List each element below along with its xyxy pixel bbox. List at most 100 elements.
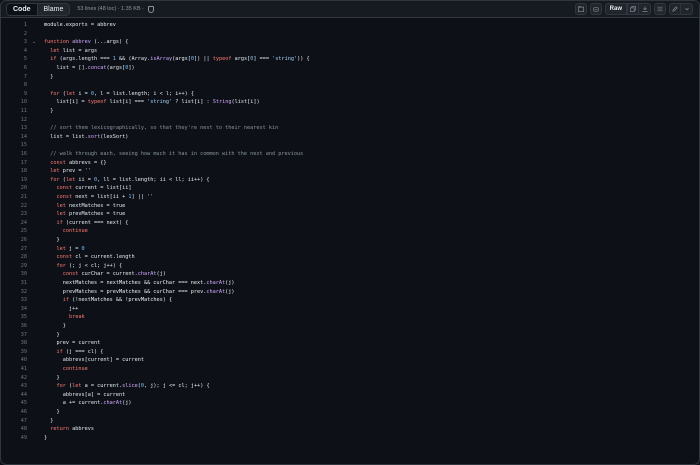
line-number[interactable]: 46 xyxy=(1,408,27,416)
copy-path-button[interactable] xyxy=(574,3,587,15)
code-text: if (j === cl) { xyxy=(56,348,104,355)
line-number[interactable]: 45 xyxy=(1,399,27,407)
line-number[interactable]: 48 xyxy=(1,425,27,433)
code-line: 41 continue xyxy=(1,365,699,373)
code-line: 43 for (let a = current.slice(0, j); j <… xyxy=(1,382,699,390)
code-line: 34 j++ xyxy=(1,305,699,313)
symbols-button[interactable] xyxy=(654,3,666,15)
line-number[interactable]: 41 xyxy=(1,365,27,373)
line-number[interactable]: 30 xyxy=(1,270,27,278)
copy-path-icon xyxy=(577,6,584,12)
line-number[interactable]: 32 xyxy=(1,288,27,296)
line-number[interactable]: 1 xyxy=(1,21,27,29)
code-line: 20 const current = list[ii] xyxy=(1,184,699,192)
line-number[interactable]: 24 xyxy=(1,219,27,227)
file-info-text: 53 lines (48 loc) · 1.35 KB · xyxy=(77,6,144,12)
line-number[interactable]: 13 xyxy=(1,124,27,132)
line-number[interactable]: 4 xyxy=(1,47,27,55)
line-number[interactable]: 10 xyxy=(1,98,27,106)
line-number[interactable]: 47 xyxy=(1,417,27,425)
line-number[interactable]: 35 xyxy=(1,313,27,321)
code-line: 47 } xyxy=(1,417,699,425)
line-number[interactable]: 6 xyxy=(1,64,27,72)
line-number[interactable]: 33 xyxy=(1,296,27,304)
line-number[interactable]: 3 xyxy=(1,38,27,46)
code-text: continue xyxy=(62,366,88,372)
line-number[interactable]: 36 xyxy=(1,322,27,330)
code-line: 29 for (; j < cl; j++) { xyxy=(1,262,699,270)
code-text: // walk through each, seeing how much it… xyxy=(50,151,304,157)
line-number[interactable]: 26 xyxy=(1,236,27,244)
code-line: 10 list[i] = typeof list[i] === 'string'… xyxy=(1,98,699,106)
line-number[interactable]: 25 xyxy=(1,227,27,235)
tab-code[interactable]: Code xyxy=(7,3,38,15)
line-number[interactable]: 49 xyxy=(1,434,27,442)
line-number[interactable]: 40 xyxy=(1,356,27,364)
code-text: return abbrevs xyxy=(50,426,94,433)
shield-icon[interactable] xyxy=(148,5,154,13)
line-number[interactable]: 22 xyxy=(1,202,27,210)
line-number[interactable]: 19 xyxy=(1,176,27,184)
code-line: 3 ⌄ function abbrev (...args) { xyxy=(1,38,699,46)
tab-blame[interactable]: Blame xyxy=(38,4,70,15)
code-line: 9 for (let i = 0, l = list.length; i < l… xyxy=(1,90,699,98)
line-number[interactable]: 44 xyxy=(1,391,27,399)
code-text: } xyxy=(44,237,60,243)
copilot-button[interactable] xyxy=(589,3,602,15)
line-number[interactable]: 37 xyxy=(1,331,27,339)
code-line: 31 nextMatches = nextMatches && curChar … xyxy=(1,279,699,287)
line-number[interactable]: 31 xyxy=(1,279,27,287)
edit-button[interactable] xyxy=(669,3,681,15)
code-line: 17 const abbrevs = {} xyxy=(1,159,699,167)
line-number[interactable]: 42 xyxy=(1,374,27,382)
line-number[interactable]: 23 xyxy=(1,210,27,218)
line-number[interactable]: 5 xyxy=(1,55,27,63)
line-number[interactable]: 21 xyxy=(1,193,27,201)
copy-raw-button[interactable] xyxy=(627,3,639,15)
code-text: if (!nextMatches && !prevMatches) { xyxy=(62,297,173,304)
download-button[interactable] xyxy=(639,3,651,15)
code-line: 40 abbrevs[current] = current xyxy=(1,356,699,364)
line-number[interactable]: 43 xyxy=(1,382,27,390)
line-number[interactable]: 12 xyxy=(1,116,27,124)
raw-button[interactable]: Raw xyxy=(604,3,627,15)
file-viewer: Code Blame 53 lines (48 loc) · 1.35 KB ·… xyxy=(0,0,700,465)
code-text: const abbrevs = {} xyxy=(50,159,107,166)
code-line: 11 } xyxy=(1,107,699,115)
line-number[interactable]: 18 xyxy=(1,167,27,175)
line-number[interactable]: 28 xyxy=(1,253,27,261)
line-number[interactable]: 15 xyxy=(1,141,27,149)
line-number[interactable]: 20 xyxy=(1,184,27,192)
line-number[interactable]: 2 xyxy=(1,30,27,38)
line-number[interactable]: 7 xyxy=(1,73,27,81)
line-number[interactable]: 11 xyxy=(1,107,27,115)
code-line: 15 xyxy=(1,141,699,149)
code-text: break xyxy=(69,314,85,321)
code-text: } xyxy=(44,108,54,114)
code-line: 12 xyxy=(1,116,699,124)
copy-icon xyxy=(630,6,636,12)
line-number[interactable]: 14 xyxy=(1,133,27,141)
line-number[interactable]: 39 xyxy=(1,348,27,356)
code-line: 22 let nextMatches = true xyxy=(1,202,699,210)
line-number[interactable]: 16 xyxy=(1,150,27,158)
edit-menu-button[interactable] xyxy=(681,3,693,15)
code-line: 36 } xyxy=(1,322,699,330)
line-number[interactable]: 17 xyxy=(1,159,27,167)
code-text: const curChar = current.charAt(j) xyxy=(62,271,166,278)
code-text: const current = list[ii] xyxy=(56,185,132,192)
line-number[interactable]: 38 xyxy=(1,339,27,347)
code-text: prevMatches = prevMatches && curChar ===… xyxy=(44,288,235,295)
code-line: 48 return abbrevs xyxy=(1,425,699,433)
line-number[interactable]: 29 xyxy=(1,262,27,270)
line-number[interactable]: 8 xyxy=(1,81,27,89)
line-number[interactable]: 34 xyxy=(1,305,27,313)
code-text: for (let a = current.slice(0, j); j <= c… xyxy=(56,383,210,390)
code-text: if (args.length === 1 && (Array.isArray(… xyxy=(50,56,310,63)
line-number[interactable]: 27 xyxy=(1,245,27,253)
line-number[interactable]: 9 xyxy=(1,90,27,98)
download-icon xyxy=(641,6,648,12)
code-text: let list = args xyxy=(50,47,98,54)
code-text: const next = list[ii + 1] || '' xyxy=(56,194,154,200)
chevron-fold-icon[interactable]: ⌄ xyxy=(32,38,36,46)
